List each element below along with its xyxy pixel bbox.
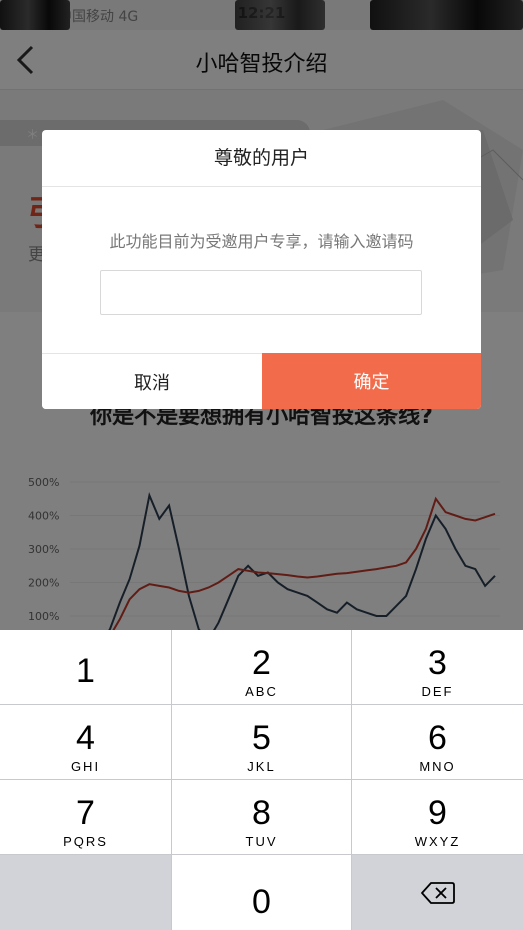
key-letters: WXYZ — [414, 834, 461, 849]
key-7[interactable]: 7 PQRS — [0, 780, 171, 854]
key-digit: 0 — [252, 882, 271, 921]
key-9[interactable]: 9 WXYZ — [352, 780, 523, 854]
backspace-icon — [420, 881, 455, 904]
confirm-button[interactable]: 确定 — [262, 353, 481, 409]
key-4[interactable]: 4 GHI — [0, 705, 171, 779]
key-letters: GHI — [70, 759, 101, 774]
key-digit: 8 — [252, 794, 271, 832]
key-digit: 5 — [252, 719, 271, 757]
dialog-title: 尊敬的用户 — [42, 130, 481, 187]
key-6[interactable]: 6 MNO — [352, 705, 523, 779]
key-letters: JKL — [247, 759, 276, 774]
key-3[interactable]: 3 DEF — [352, 630, 523, 704]
invite-code-input[interactable] — [100, 270, 422, 315]
key-letters: DEF — [421, 684, 454, 699]
dialog-message: 此功能目前为受邀用户专享，请输入邀请码 — [109, 232, 414, 251]
key-digit: 1 — [76, 652, 95, 690]
key-digit: 2 — [252, 644, 271, 682]
key-digit: 4 — [76, 719, 95, 757]
key-8[interactable]: 8 TUV — [172, 780, 351, 854]
key-letters: ABC — [245, 684, 278, 699]
key-digit: 7 — [76, 794, 95, 832]
key-blank — [0, 855, 171, 930]
key-1[interactable]: 1 — [0, 630, 171, 704]
key-5[interactable]: 5 JKL — [172, 705, 351, 779]
numeric-keypad: 1 2 ABC 3 DEF 4 GHI 5 JKL 6 MNO 7 PQRS 8… — [0, 630, 523, 930]
key-digit: 6 — [428, 719, 447, 757]
cancel-button[interactable]: 取消 — [42, 353, 262, 409]
key-2[interactable]: 2 ABC — [172, 630, 351, 704]
key-letters: TUV — [245, 834, 278, 849]
key-digit: 9 — [428, 794, 447, 832]
key-letters: PQRS — [63, 834, 108, 849]
invite-code-dialog: 尊敬的用户 此功能目前为受邀用户专享，请输入邀请码 取消 确定 — [42, 130, 481, 409]
key-letters: MNO — [419, 759, 456, 774]
delete-key[interactable] — [352, 855, 523, 930]
key-digit: 3 — [428, 644, 447, 682]
key-0[interactable]: 0 — [172, 855, 351, 930]
